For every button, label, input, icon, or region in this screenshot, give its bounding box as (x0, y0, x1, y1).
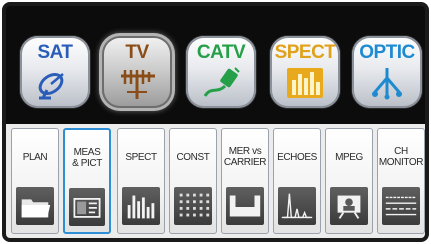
tab-label-mpeg: MPEG (335, 151, 363, 163)
tab-const[interactable]: CONST (169, 128, 217, 234)
mode-button-catv[interactable]: CATV (186, 36, 256, 108)
channel-monitor-icon (382, 187, 420, 225)
constellation-icon (174, 187, 212, 225)
mode-label-catv: CATV (196, 42, 246, 63)
tab-meas-pict[interactable]: MEAS & PICT (63, 128, 111, 234)
tab-label-const: CONST (176, 151, 210, 163)
mode-label-tv: TV (125, 42, 149, 63)
measurement-tab-strip: PLAN MEAS & PICT SPECT CONST MER vs CARR… (6, 124, 425, 238)
tab-ch-monitor[interactable]: CH MONITOR (377, 128, 425, 234)
tab-label-spect: SPECT (125, 151, 157, 163)
tab-plan[interactable]: PLAN (11, 128, 59, 234)
tab-mpeg[interactable]: MPEG (325, 128, 373, 234)
spectrum-icon (122, 187, 160, 225)
mode-label-spect: SPECT (274, 42, 336, 63)
cable-plug-icon (203, 67, 240, 97)
mode-selector-bar: SAT TV CATV SPECT OPTIC (6, 6, 425, 124)
folder-icon (16, 187, 54, 225)
mode-button-spect[interactable]: SPECT (270, 36, 340, 108)
mode-label-optic: OPTIC (359, 42, 415, 63)
measure-picture-icon (69, 188, 105, 226)
mer-carrier-icon (226, 187, 264, 225)
satellite-dish-icon (38, 72, 64, 100)
tab-echoes[interactable]: ECHOES (273, 128, 321, 234)
tab-label-meas-pict: MEAS & PICT (72, 147, 102, 169)
tab-label-ch-monitor: CH MONITOR (378, 146, 424, 168)
tab-label-echoes: ECHOES (277, 151, 317, 163)
tab-label-plan: PLAN (22, 151, 48, 163)
fiber-splitter-icon (372, 68, 402, 100)
echoes-icon (278, 187, 316, 225)
tab-label-mer-carrier: MER vs CARRIER (223, 146, 267, 168)
analyzer-screen: SAT TV CATV SPECT OPTIC PLAN MEAS & PICT… (2, 2, 429, 242)
tab-spect[interactable]: SPECT (117, 128, 165, 234)
mode-button-tv[interactable]: TV (102, 36, 172, 108)
tv-antenna-icon (121, 70, 155, 99)
mode-label-sat: SAT (37, 42, 73, 63)
tab-mer-carrier[interactable]: MER vs CARRIER (221, 128, 269, 234)
spectrum-bars-icon (287, 68, 323, 98)
mpeg-icon (330, 187, 368, 225)
mode-button-sat[interactable]: SAT (20, 36, 90, 108)
mode-button-optic[interactable]: OPTIC (352, 36, 422, 108)
